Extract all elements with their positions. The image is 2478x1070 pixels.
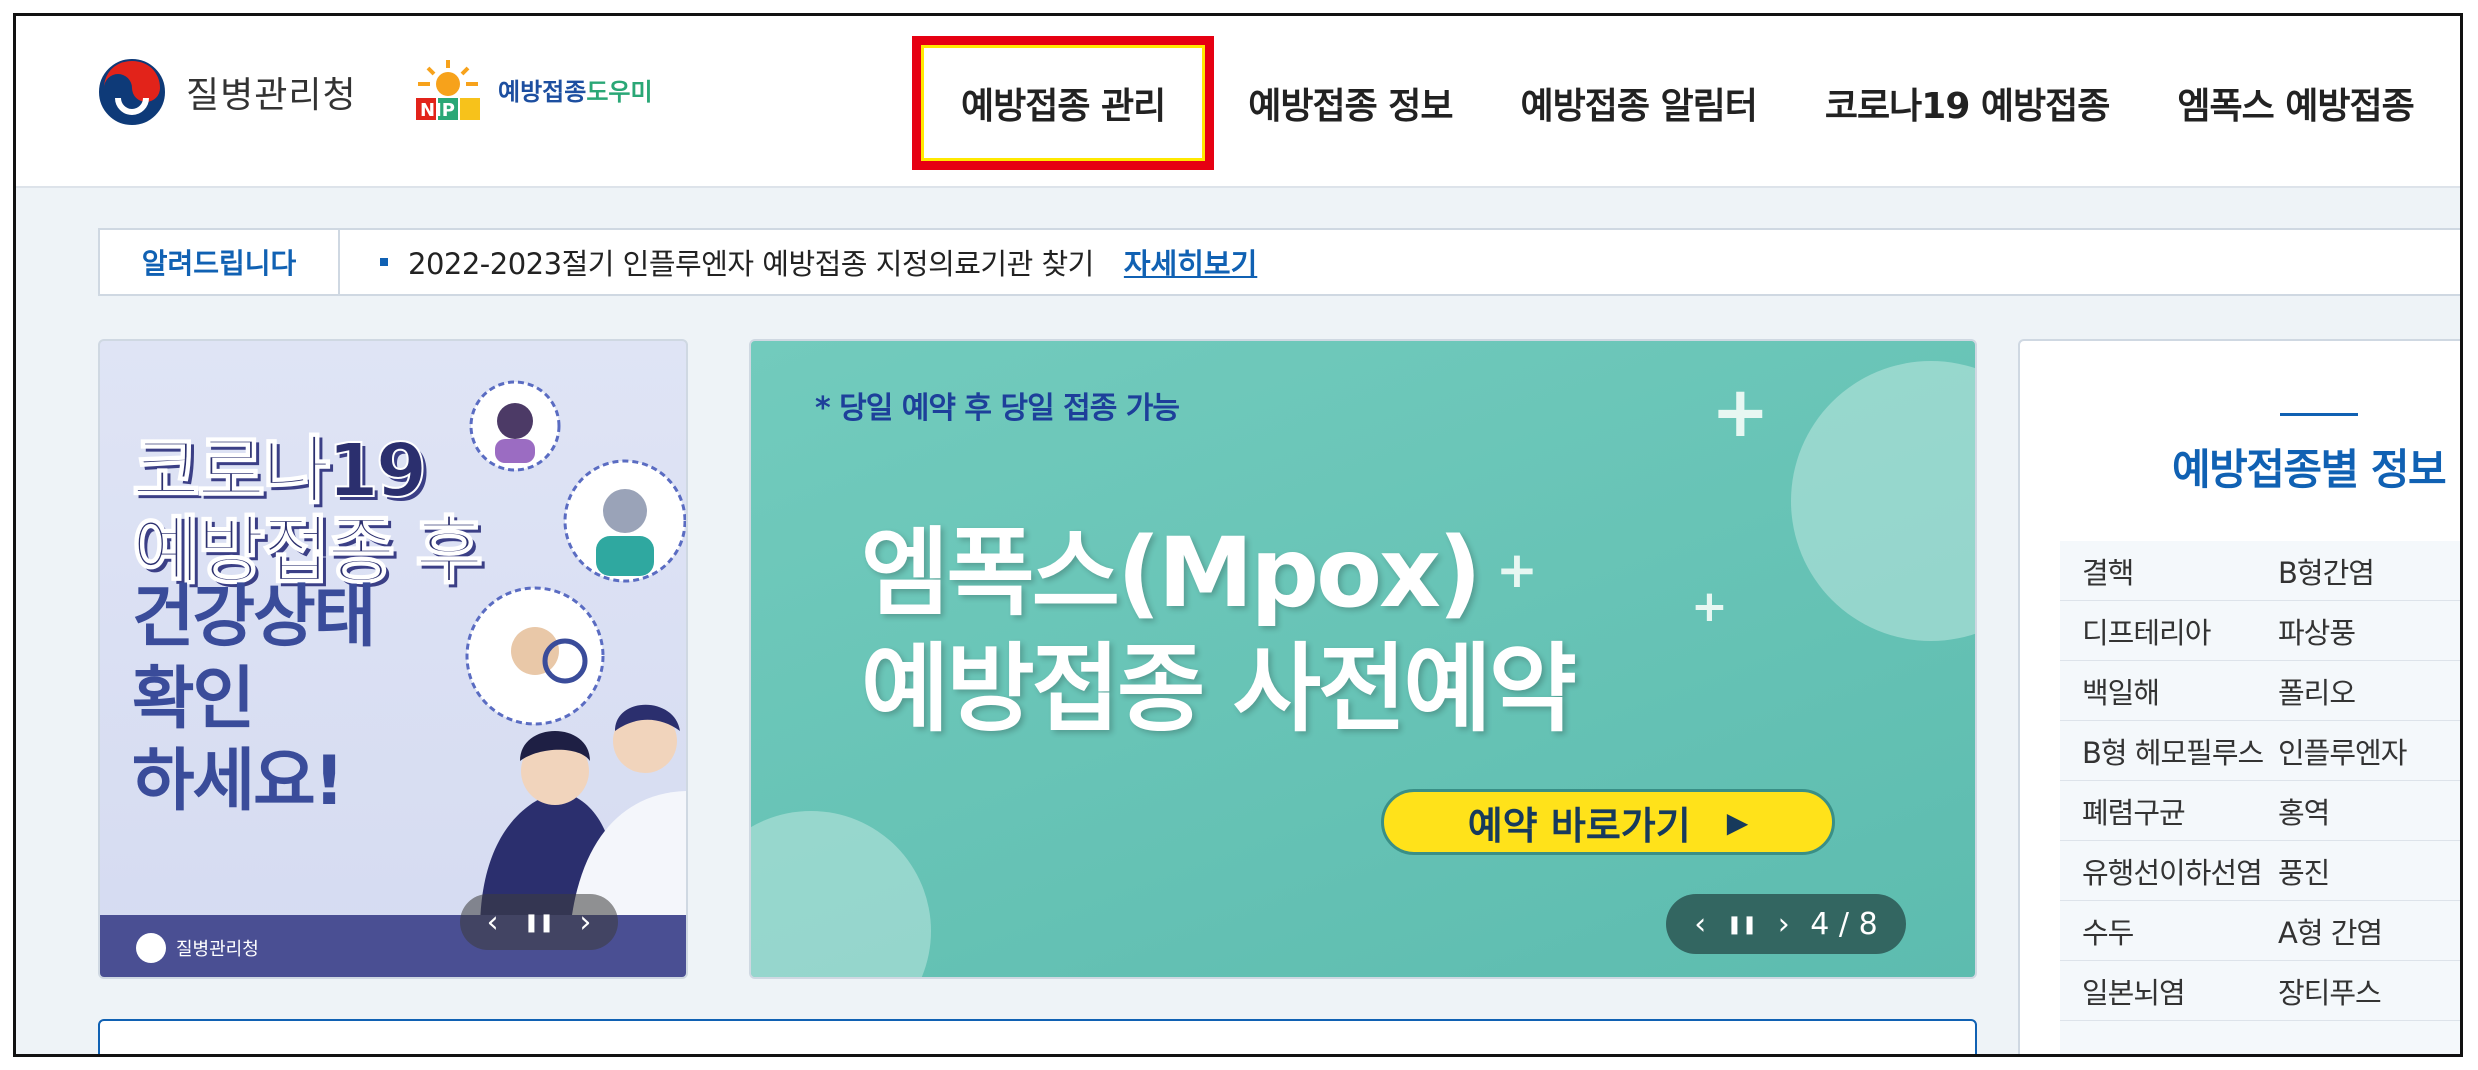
notice-tag: 알려드립니다 [100,230,340,294]
prev-icon[interactable]: ‹ [1694,907,1706,942]
mpox-banner[interactable]: + + + * 당일 예약 후 당일 접종 가능 엠폭스(Mpox) 예방접종 … [749,339,1977,979]
vaccine-link[interactable]: 폐렴구균 [2060,790,2278,832]
pause-icon[interactable]: ❚❚ [1727,914,1757,935]
nip-name: 예방접종도우미 [498,77,653,106]
decor-circle [1791,361,1975,641]
kdca-logo[interactable]: 질병관리청 [98,58,357,126]
vaccine-info-panel: 예방접종별 정보 결핵 B형간염 디프테리아 파상풍 백일해 폴리오 B형 헤모… [2018,339,2460,1054]
nav-vaccination-notice[interactable]: 예방접종 알림터 [1487,36,1791,170]
notice-text[interactable]: 2022-2023절기 인플루엔자 예방접종 지정의료기관 찾기 [408,241,1094,283]
main-banner-pager: ‹ ❚❚ › 4 / 8 [1666,894,1906,954]
vaccine-link[interactable]: 파상풍 [2278,610,2356,652]
vaccine-link[interactable]: 결핵 [2060,550,2278,592]
kdca-name: 질병관리청 [186,75,357,116]
plus-icon: + [1496,541,1538,599]
notice-detail-link[interactable]: 자세히보기 [1124,241,1257,283]
left-banner-pager: ‹ ❚❚ › [460,894,618,950]
nip-logo[interactable]: NIP 예방접종도우미 [408,56,653,122]
list-item: 백일해 폴리오 [2060,661,2460,721]
nav-covid19-vaccination[interactable]: 코로나19 예방접종 [1791,36,2143,170]
vaccine-link[interactable]: 디프테리아 [2060,610,2278,652]
nav-vaccination-info[interactable]: 예방접종 정보 [1214,36,1486,170]
plus-icon: + [1691,581,1728,632]
bullet-icon [380,258,388,266]
vaccine-link[interactable]: 백일해 [2060,670,2278,712]
main-nav: 예방접종 관리 예방접종 정보 예방접종 알림터 코로나19 예방접종 엠폭스 … [912,36,2448,170]
covid-banner-line3: 건강상태 확인 하세요! [132,578,376,821]
vaccine-link[interactable]: A형 간염 [2278,910,2383,952]
content-box [98,1019,1977,1054]
footer-kdca-logo: 질병관리청 [136,933,259,963]
vaccine-link[interactable]: B형간염 [2278,550,2375,592]
list-item: 결핵 B형간염 [2060,541,2460,601]
browser-frame: 질병관리청 NIP 예방접종도우미 예방접종 관리 예방접종 정보 예방접종 알… [13,13,2463,1057]
site-header: 질병관리청 NIP 예방접종도우미 예방접종 관리 예방접종 정보 예방접종 알… [16,16,2460,188]
nav-vaccination-management[interactable]: 예방접종 관리 [912,36,1215,170]
list-item: 일본뇌염 장티푸스 [2060,961,2460,1021]
vaccine-link[interactable]: 수두 [2060,910,2278,952]
notice-bar: 알려드립니다 2022-2023절기 인플루엔자 예방접종 지정의료기관 찾기 … [98,228,2460,296]
reservation-button[interactable]: 예약 바로가기 ▶ [1381,789,1835,855]
vaccine-link[interactable]: 폴리오 [2278,670,2356,712]
list-item: B형 헤모필루스 인플루엔자 [2060,721,2460,781]
vaccine-list: 결핵 B형간염 디프테리아 파상풍 백일해 폴리오 B형 헤모필루스 인플루엔자… [2060,541,2460,1021]
sun-nip-icon: NIP [416,60,480,121]
list-item: 유행선이하선염 풍진 [2060,841,2460,901]
taeguk-small-icon [136,933,166,963]
play-arrow-icon: ▶ [1726,805,1749,839]
vaccination-illustration [465,380,686,931]
list-item: 수두 A형 간염 [2060,901,2460,961]
next-icon[interactable]: › [1778,907,1790,942]
title-accent-bar [2280,413,2358,416]
vaccine-link[interactable]: 인플루엔자 [2278,730,2407,772]
nip-letters: NIP [420,100,455,121]
next-icon[interactable]: › [579,905,591,940]
vaccine-link[interactable]: 홍역 [2278,790,2330,832]
vaccine-info-title: 예방접종별 정보 [2172,445,2447,494]
mpox-title-line2: 예방접종 사전예약 [861,633,1577,745]
vaccine-link[interactable]: 유행선이하선염 [2060,850,2278,892]
list-item: 디프테리아 파상풍 [2060,601,2460,661]
vaccine-link[interactable]: B형 헤모필루스 [2060,730,2278,772]
decor-circle [751,811,931,977]
mpox-subtitle: * 당일 예약 후 당일 접종 가능 [815,391,1180,426]
pause-icon[interactable]: ❚❚ [524,912,554,933]
taeguk-emblem-icon [99,59,165,125]
vaccine-link[interactable]: 풍진 [2278,850,2330,892]
vaccine-link[interactable]: 일본뇌염 [2060,970,2278,1012]
slide-counter: 4 / 8 [1810,906,1878,942]
covid-banner[interactable]: 코로나19 예방접종 후 건강상태 확인 하세요! 질병관리청 ‹ ❚❚ › [98,339,688,979]
prev-icon[interactable]: ‹ [487,905,499,940]
vaccine-link[interactable]: 장티푸스 [2278,970,2382,1012]
nav-mpox-vaccination[interactable]: 엠폭스 예방접종 [2143,36,2447,170]
plus-icon: + [1711,371,1770,453]
list-item: 폐렴구균 홍역 [2060,781,2460,841]
